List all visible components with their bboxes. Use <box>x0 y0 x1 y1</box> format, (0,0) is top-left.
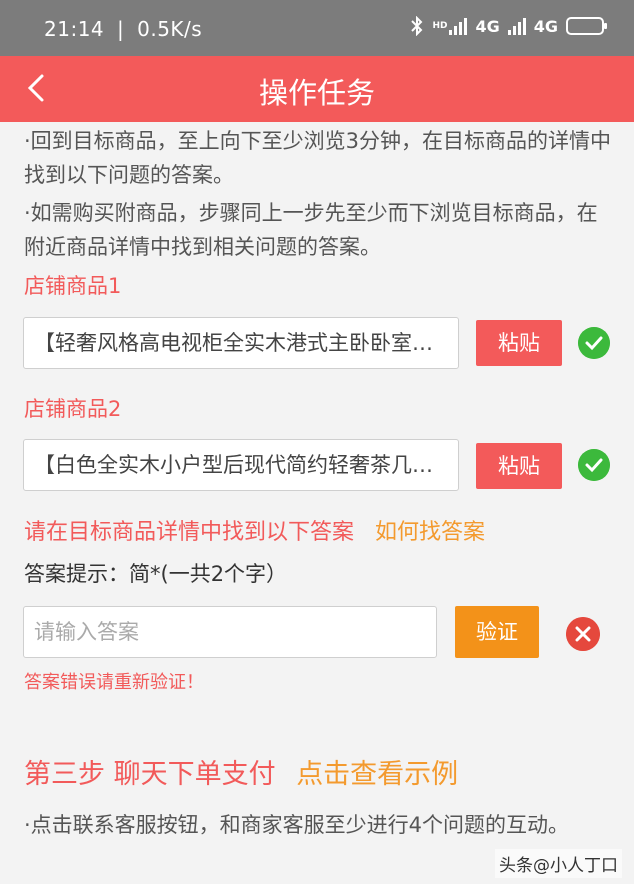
step3-header: 第三步 聊天下单支付 点击查看示例 <box>24 752 458 791</box>
product-1-input[interactable]: 【轻奢风格高电视柜全实木港式主卧卧室简约 <box>23 317 459 369</box>
instruction-2: ·如需购买附商品，步骤同上一步先至少而下浏览目标商品，在附近商品详情中找到相关问… <box>24 201 598 259</box>
hd-label: HD <box>432 21 448 31</box>
product-2-input[interactable]: 【白色全实木小户型后现代简约轻奢茶几组合 <box>23 439 459 491</box>
product-2-label: 店铺商品2 <box>24 397 122 421</box>
error-icon <box>566 617 600 651</box>
status-speed: 0.5K/s <box>137 17 203 41</box>
answer-prompt: 请在目标商品详情中找到以下答案 如何找答案 <box>24 514 485 546</box>
answer-hint: 答案提示：简*(一共2个字） <box>24 562 288 586</box>
product-1-label: 店铺商品1 <box>24 274 122 298</box>
view-example-link[interactable]: 点击查看示例 <box>296 759 458 790</box>
step3-title: 第三步 聊天下单支付 <box>24 759 276 790</box>
network-label-2: 4G <box>533 16 558 36</box>
signal-icon-1 <box>449 17 468 35</box>
answer-prompt-text: 请在目标商品详情中找到以下答案 <box>24 520 355 545</box>
nav-bar: 操作任务 <box>0 56 634 122</box>
status-time-speed: 21:14 | 0.5K/s <box>44 17 203 41</box>
step3-description: ·点击联系客服按钮，和商家客服至少进行4个问题的互动。 <box>24 813 570 837</box>
paste-button-1[interactable]: 粘贴 <box>476 320 562 366</box>
how-to-find-link[interactable]: 如何找答案 <box>375 520 485 545</box>
signal-icon-2 <box>507 17 526 35</box>
status-time: 21:14 <box>44 17 105 41</box>
page-title: 操作任务 <box>258 76 375 110</box>
status-bar: 21:14 | 0.5K/s HD 4G 4G <box>0 0 634 56</box>
watermark: 头条@小人丁口 <box>495 849 622 878</box>
status-icons: HD 4G 4G <box>410 16 607 36</box>
check-icon-1 <box>578 327 610 359</box>
answer-input[interactable]: 请输入答案 <box>23 606 437 658</box>
verify-button[interactable]: 验证 <box>455 606 539 658</box>
battery-icon <box>566 17 607 35</box>
check-icon-2 <box>578 449 610 481</box>
bluetooth-icon <box>411 16 423 36</box>
network-label-1: 4G <box>475 16 500 36</box>
error-message: 答案错误请重新验证！ <box>24 672 204 693</box>
task-content[interactable]: ·回到目标商品，至上向下至少浏览3分钟，在目标商品的详情中找到以下问题的答案。 … <box>0 122 634 884</box>
instruction-1: ·回到目标商品，至上向下至少浏览3分钟，在目标商品的详情中找到以下问题的答案。 <box>24 129 612 187</box>
paste-button-2[interactable]: 粘贴 <box>476 443 562 489</box>
